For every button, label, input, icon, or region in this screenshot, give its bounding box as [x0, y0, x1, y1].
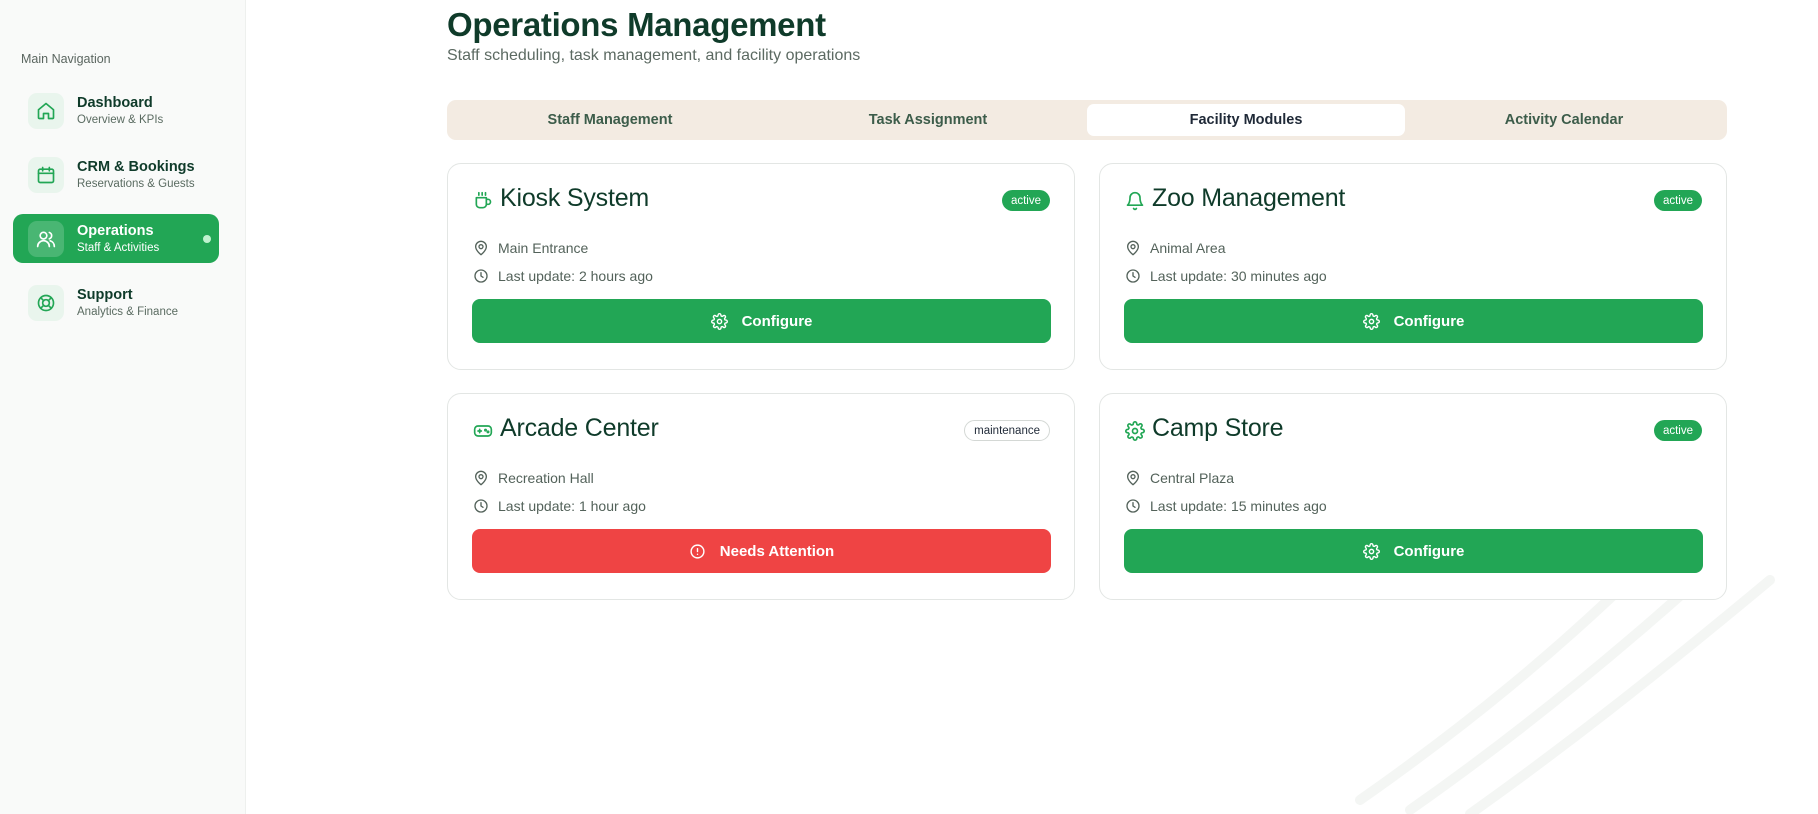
gear-icon: [1125, 421, 1145, 441]
sidebar-item-sublabel: Reservations & Guests: [77, 177, 195, 190]
location-text: Central Plaza: [1150, 470, 1235, 486]
button-label: Needs Attention: [719, 542, 835, 560]
sidebar-item-label: Support: [77, 286, 133, 303]
status-badge: active: [1653, 190, 1702, 211]
nav-heading: Main Navigation: [21, 52, 111, 66]
status-badge: active: [1653, 420, 1702, 441]
users-icon: [28, 220, 64, 257]
location-row: Main Entrance: [473, 239, 588, 257]
facility-card-arcade-center: Arcade Center maintenance Recreation Hal…: [447, 393, 1075, 600]
alert-circle-icon: [690, 543, 705, 559]
gear-icon: [710, 312, 728, 330]
status-badge: active: [1001, 190, 1050, 211]
tab-bar: Staff Management Task Assignment Facilit…: [447, 100, 1727, 140]
gamepad-icon: [473, 425, 493, 437]
location-text: Main Entrance: [498, 240, 589, 256]
sidebar-item-sublabel: Overview & KPIs: [77, 113, 164, 126]
calendar-icon: [28, 156, 64, 193]
clock-icon: [1126, 499, 1140, 513]
gear-icon: [1362, 312, 1380, 330]
facility-card-zoo-management: Zoo Management active Animal Area Last u…: [1099, 163, 1727, 370]
last-update-row: Last update: 30 minutes ago: [1125, 267, 1327, 285]
facility-card-camp-store: Camp Store active Central Plaza Last upd…: [1099, 393, 1727, 600]
map-pin-icon: [1127, 470, 1139, 486]
location-row: Recreation Hall: [473, 469, 594, 487]
configure-button[interactable]: Configure: [472, 299, 1051, 343]
last-update-row: Last update: 2 hours ago: [473, 267, 653, 285]
tab-task-assignment[interactable]: Task Assignment: [769, 104, 1087, 136]
map-pin-icon: [1127, 240, 1139, 256]
clock-icon: [474, 499, 488, 513]
button-label: Configure: [1393, 542, 1465, 560]
sidebar-item-dashboard[interactable]: Dashboard Overview & KPIs: [13, 86, 219, 135]
last-update-text: Last update: 30 minutes ago: [1150, 268, 1327, 284]
sidebar-item-crm-bookings[interactable]: CRM & Bookings Reservations & Guests: [13, 150, 219, 199]
home-icon: [28, 92, 64, 129]
sidebar-item-label: Operations: [77, 222, 154, 239]
needs-attention-button[interactable]: Needs Attention: [472, 529, 1051, 573]
location-row: Central Plaza: [1125, 469, 1234, 487]
sidebar-item-operations[interactable]: Operations Staff & Activities: [13, 214, 219, 263]
sidebar: Main Navigation Dashboard Overview & KPI…: [0, 0, 246, 814]
configure-button[interactable]: Configure: [1124, 529, 1703, 573]
card-title: Arcade Center: [500, 414, 659, 442]
last-update-text: Last update: 1 hour ago: [498, 498, 646, 514]
card-title: Kiosk System: [500, 184, 650, 212]
facility-card-kiosk-system: Kiosk System active Main Entrance Last u…: [447, 163, 1075, 370]
lifebuoy-icon: [28, 284, 64, 321]
location-text: Animal Area: [1150, 240, 1226, 256]
configure-button[interactable]: Configure: [1124, 299, 1703, 343]
tab-facility-modules[interactable]: Facility Modules: [1087, 104, 1405, 136]
card-title: Zoo Management: [1152, 184, 1346, 212]
sidebar-item-label: Dashboard: [77, 94, 153, 111]
map-pin-icon: [475, 240, 487, 256]
button-label: Configure: [741, 312, 813, 330]
clock-icon: [474, 269, 488, 283]
card-title: Camp Store: [1152, 414, 1284, 442]
map-pin-icon: [475, 470, 487, 486]
bell-icon: [1126, 191, 1144, 211]
gear-icon: [1362, 542, 1380, 560]
page-title: Operations Management: [447, 6, 826, 43]
last-update-text: Last update: 2 hours ago: [498, 268, 653, 284]
location-text: Recreation Hall: [498, 470, 594, 486]
tab-activity-calendar[interactable]: Activity Calendar: [1405, 104, 1723, 136]
button-label: Configure: [1393, 312, 1465, 330]
active-indicator-dot: [203, 235, 211, 243]
sidebar-item-sublabel: Staff & Activities: [77, 241, 160, 254]
clock-icon: [1126, 269, 1140, 283]
last-update-row: Last update: 15 minutes ago: [1125, 497, 1327, 515]
page-subtitle: Staff scheduling, task management, and f…: [447, 47, 861, 64]
sidebar-item-support[interactable]: Support Analytics & Finance: [13, 278, 219, 327]
tab-staff-management[interactable]: Staff Management: [451, 104, 769, 136]
last-update-text: Last update: 15 minutes ago: [1150, 498, 1327, 514]
last-update-row: Last update: 1 hour ago: [473, 497, 646, 515]
coffee-icon: [475, 191, 492, 209]
sidebar-item-label: CRM & Bookings: [77, 158, 195, 175]
status-badge: maintenance: [964, 420, 1050, 441]
location-row: Animal Area: [1125, 239, 1225, 257]
sidebar-item-sublabel: Analytics & Finance: [77, 305, 178, 318]
